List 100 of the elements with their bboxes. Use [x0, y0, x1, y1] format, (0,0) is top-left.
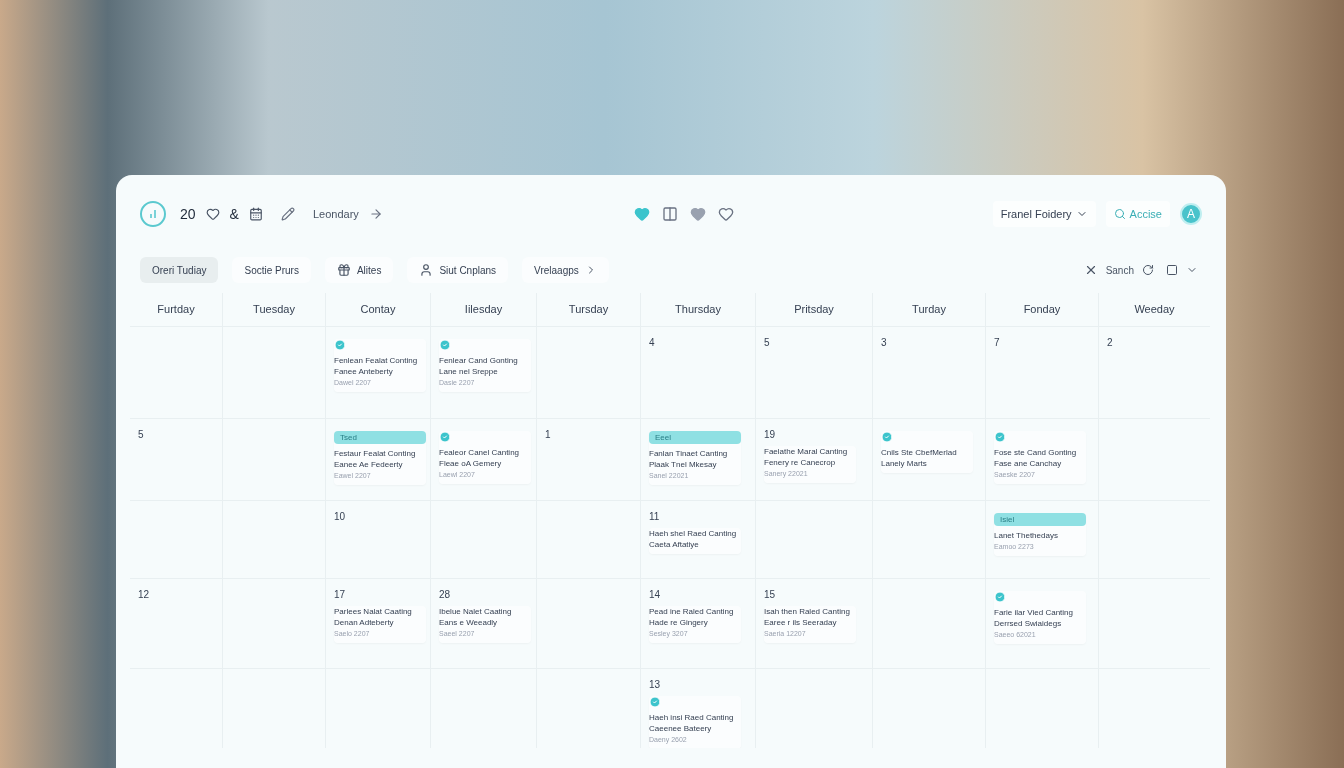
square-icon[interactable] [1166, 264, 1178, 276]
event-title: Farie ilar Vied Canting [994, 607, 1074, 618]
day-header: Iilesday [464, 302, 503, 318]
day-cell[interactable]: 1 [536, 418, 640, 500]
day-header: Weeday [1134, 302, 1175, 318]
event-subtitle: Eanee Ae Fedeerty [334, 459, 404, 470]
event-subtitle: Hade re Gingery [649, 617, 709, 628]
search-label[interactable]: Sanch [1105, 262, 1134, 278]
calendar-icon[interactable] [248, 207, 263, 221]
logo-icon[interactable] [140, 201, 166, 227]
event-subtitle: Caeenee Bateery [649, 723, 713, 734]
day-cell[interactable]: 3 [872, 326, 985, 418]
day-number: 3 [881, 336, 888, 350]
page-title: Leondary [312, 206, 359, 222]
day-number: 4 [649, 336, 656, 350]
event-title: Fenlean Fealat Conting [334, 355, 419, 366]
event-subtitle: Plaak Tnel Mkesay [649, 459, 718, 470]
filter-tab[interactable]: Soctie Prurs [232, 257, 311, 283]
filter-tab[interactable]: Alites [324, 257, 394, 283]
day-cell[interactable]: 7 [985, 326, 1098, 418]
event-subtitle: Lane nel Sreppe [439, 366, 499, 377]
check-icon [881, 431, 893, 443]
event-title: Fose ste Cand Gonting [994, 447, 1078, 458]
event-title: Fenlear Cand Gonting [439, 355, 519, 366]
day-cell[interactable]: 5 [130, 418, 222, 500]
day-number: 13 [649, 678, 662, 692]
day-number: 15 [764, 588, 777, 602]
check-icon [439, 431, 451, 443]
day-cell[interactable]: 11 Haeh shel Raed Canting Caeta Aftatiye [640, 500, 755, 578]
event-subtitle: Lanely Marts [881, 458, 928, 469]
day-number: 1 [545, 428, 552, 442]
event-subtitle: Eans e Weeadly [439, 617, 499, 628]
day-cell[interactable]: Cnils Ste CbefMerlad Lanely Marts [872, 418, 985, 500]
event-tag: Eeel [649, 431, 741, 444]
filter-tab[interactable]: Vrelaagps [522, 257, 609, 283]
arrow-icon[interactable] [368, 207, 383, 221]
day-header: Thursday [675, 302, 721, 318]
day-number: 2 [1107, 336, 1114, 350]
event-title: Pead ine Raled Canting [649, 606, 735, 617]
day-header: Pritsday [794, 302, 834, 318]
day-header: Turday [912, 302, 946, 318]
check-icon [994, 591, 1006, 603]
day-header: Tursday [568, 302, 609, 318]
day-number: 14 [649, 588, 662, 602]
event-title: Fealeor Canel Canting [439, 447, 521, 458]
check-icon [994, 431, 1006, 443]
event-title: Isah then Raled Canting [764, 606, 851, 617]
event-subtitle: Fanee Anteberty [334, 366, 394, 377]
day-cell[interactable]: 5 [755, 326, 872, 418]
day-header: Contay [360, 302, 396, 318]
workspace-dropdown[interactable]: Franel Foidery [992, 201, 1096, 227]
event-subtitle: Denan Adteberty [334, 617, 395, 628]
day-number: 5 [764, 336, 771, 350]
check-icon [439, 339, 451, 351]
check-icon [649, 696, 661, 708]
event-subtitle: Earee r ils Seeraday [764, 617, 838, 628]
day-cell[interactable]: 12 [130, 578, 222, 668]
event-subtitle: Derrsed Swiaidegs [994, 618, 1063, 629]
event-subtitle: Fase ane Canchay [994, 458, 1063, 469]
filter-tab[interactable]: Siut Cnplans [407, 257, 509, 283]
pencil-icon[interactable] [280, 207, 295, 221]
ampersand-label[interactable]: & [229, 203, 239, 225]
gift-icon [336, 263, 351, 277]
day-number: 17 [334, 588, 347, 602]
event-title: Lanet Thethedays [994, 530, 1059, 541]
day-cell[interactable]: 4 [640, 326, 755, 418]
event-title: Haeh insi Raed Canting [649, 712, 735, 723]
event-tag: Tsed [334, 431, 426, 444]
person-icon [419, 263, 434, 277]
heart-icon[interactable] [205, 207, 220, 221]
event-title: Fanlan Tinaet Canting [649, 448, 729, 459]
event-card[interactable]: Haeh shel Raed Canting Caeta Aftatiye [649, 528, 741, 554]
event-subtitle: Fleae oA Gemery [439, 458, 503, 469]
event-card[interactable]: Cnils Ste CbefMerlad Lanely Marts [881, 431, 973, 473]
event-subtitle: Fenery re Canecrop [764, 457, 837, 468]
event-title: Parlees Nalat Caating [334, 606, 413, 617]
day-number: 7 [994, 336, 1001, 350]
day-number: 19 [764, 428, 777, 442]
day-number: 12 [138, 588, 151, 602]
event-title: Cnils Ste CbefMerlad [881, 447, 958, 458]
day-number: 5 [138, 428, 145, 442]
day-cell[interactable]: 2 [1098, 326, 1210, 418]
day-header: Fonday [1023, 302, 1061, 318]
day-cell[interactable]: 10 [325, 500, 430, 578]
event-title: Ibelue Nalet Caating [439, 606, 513, 617]
event-title: Haeh shel Raed Canting [649, 528, 738, 539]
check-icon [334, 339, 346, 351]
filter-tab[interactable]: Oreri Tudiay [140, 257, 219, 283]
count-label: 20 [180, 204, 196, 224]
heart-icon[interactable] [718, 206, 734, 222]
day-number: 11 [649, 510, 661, 524]
event-subtitle: Caeta Aftatiye [649, 539, 700, 550]
day-header: Tuesday [253, 302, 295, 318]
event-title: Faelathe Maral Canting [764, 446, 849, 457]
event-title: Festaur Fealat Conting [334, 448, 417, 459]
refresh-icon[interactable] [1142, 264, 1154, 276]
columns-icon[interactable] [662, 206, 678, 222]
search-icon [1113, 208, 1126, 220]
event-tag: Isiel [994, 513, 1086, 526]
day-header: Furtday [157, 302, 195, 318]
